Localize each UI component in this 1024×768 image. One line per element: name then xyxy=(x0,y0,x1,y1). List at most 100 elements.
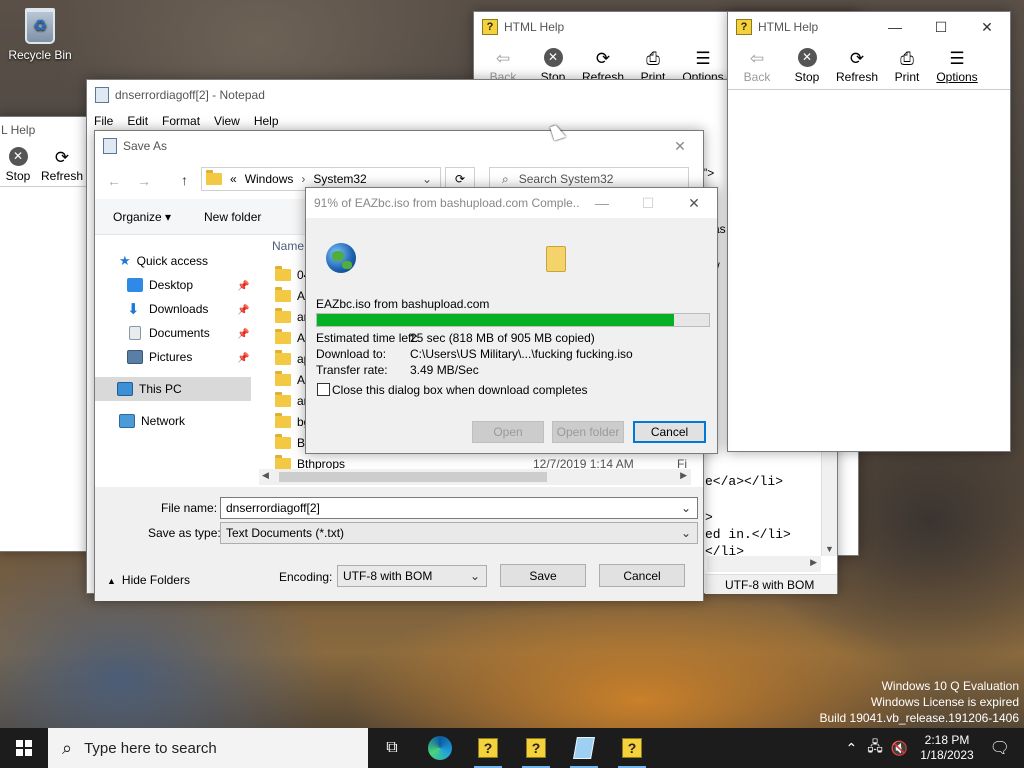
download-progress-bar xyxy=(316,313,710,327)
organize-button[interactable]: Organize ▾ xyxy=(113,210,171,224)
save-button[interactable]: Save xyxy=(500,564,586,587)
chevron-up-icon: ▲ xyxy=(107,576,116,586)
maximize-button[interactable]: ☐ xyxy=(625,188,671,218)
html-help-2-options-button[interactable]: ☰ Options xyxy=(932,42,982,89)
html-help-2-back-button[interactable]: ⇦ Back xyxy=(732,42,782,89)
new-folder-button[interactable]: New folder xyxy=(204,210,261,224)
menu-format[interactable]: Format xyxy=(155,114,207,128)
nav-downloads[interactable]: ⬇ Downloads xyxy=(127,297,208,321)
back-arrow-icon[interactable]: ← xyxy=(107,173,121,189)
html-help-2-title: HTML Help xyxy=(758,20,819,34)
notepad-menubar: File Edit Format View Help xyxy=(87,110,837,132)
start-button[interactable] xyxy=(0,728,48,768)
menu-help[interactable]: Help xyxy=(247,114,286,128)
pin-icon[interactable]: 📌 xyxy=(237,329,249,340)
pin-icon[interactable]: 📌 xyxy=(237,353,249,364)
notepad-vertical-scrollbar[interactable]: ▼ xyxy=(821,452,837,556)
stop-icon: ✕ xyxy=(8,146,28,166)
breadcrumb-windows[interactable]: Windows xyxy=(245,172,294,186)
save-as-type-select[interactable]: Text Documents (*.txt) ⌄ xyxy=(220,522,698,544)
taskbar-html-help-3[interactable]: ? xyxy=(608,728,656,768)
encoding-select[interactable]: UTF-8 with BOM ⌄ xyxy=(337,565,487,587)
download-cancel-button[interactable]: Cancel xyxy=(633,421,706,443)
up-arrow-icon[interactable]: ↑ xyxy=(181,172,188,188)
save-as-cancel-button[interactable]: Cancel xyxy=(599,564,685,587)
clock[interactable]: 2:18 PM 1/18/2023 xyxy=(920,733,973,763)
help-icon: ? xyxy=(622,738,642,758)
pin-icon[interactable]: 📌 xyxy=(237,305,249,316)
notepad-text-line: e</a></li> xyxy=(705,474,784,489)
breadcrumb-overflow[interactable]: « xyxy=(230,172,237,186)
html-help-2-stop-button[interactable]: ✕ Stop xyxy=(782,42,832,89)
minimize-button[interactable]: — xyxy=(872,12,918,42)
breadcrumb-system32[interactable]: System32 xyxy=(313,172,366,186)
pin-icon[interactable]: 📌 xyxy=(237,281,249,292)
taskbar-html-help-2[interactable]: ? xyxy=(512,728,560,768)
file-name-input[interactable]: dnserrordiagoff[2] ⌄ xyxy=(220,497,698,519)
taskbar-search-box[interactable]: ⌕ Type here to search xyxy=(48,728,368,768)
volume-muted-icon[interactable]: 🔇 xyxy=(891,740,908,757)
hide-folders-toggle[interactable]: ▲ Hide Folders xyxy=(107,573,190,587)
column-header-name[interactable]: Name xyxy=(272,239,304,253)
folder-icon xyxy=(275,412,291,428)
taskbar-notepad[interactable] xyxy=(560,728,608,768)
close-button[interactable]: ✕ xyxy=(964,12,1010,42)
task-view-button[interactable]: ⧉ xyxy=(368,728,416,768)
taskbar-edge[interactable] xyxy=(416,728,464,768)
estimated-time-label: Estimated time left: xyxy=(316,331,419,345)
task-view-icon: ⧉ xyxy=(386,739,398,756)
minimize-button[interactable]: — xyxy=(579,188,625,218)
folder-icon xyxy=(275,265,291,281)
chevron-down-icon[interactable]: ⌄ xyxy=(422,172,432,186)
nav-this-pc[interactable]: This PC xyxy=(95,377,251,401)
scrollbar-thumb[interactable] xyxy=(279,472,547,482)
save-as-title: Save As xyxy=(123,139,168,153)
taskbar-html-help-1[interactable]: ? xyxy=(464,728,512,768)
folder-icon xyxy=(275,349,291,365)
breadcrumb-separator-icon: › xyxy=(301,172,306,186)
notepad-text-line: ed in.</li> xyxy=(705,527,791,542)
open-button[interactable]: Open xyxy=(472,421,544,443)
notepad-horizontal-scrollbar[interactable]: ▶ xyxy=(707,556,821,572)
search-placeholder: Search System32 xyxy=(518,172,614,186)
menu-file[interactable]: File xyxy=(87,114,120,128)
download-arrow-icon: ⬇ xyxy=(127,301,140,318)
nav-quick-access[interactable]: ★ Quick access xyxy=(119,249,208,273)
html-help-2-titlebar: ? HTML Help — ☐ ✕ xyxy=(728,12,1010,42)
close-when-complete-checkbox[interactable] xyxy=(317,383,330,396)
download-titlebar: 91% of EAZbc.iso from bashupload.com Com… xyxy=(306,188,717,218)
forward-arrow-icon[interactable]: → xyxy=(137,173,151,189)
options-icon: ☰ xyxy=(695,48,711,68)
folder-icon xyxy=(275,286,291,302)
folder-icon xyxy=(275,328,291,344)
nav-documents[interactable]: Documents xyxy=(127,321,210,345)
save-as-close-button[interactable]: ✕ xyxy=(657,131,703,161)
html-help-left-titlebar: L Help xyxy=(0,117,89,143)
html-help-left-stop-button[interactable]: ✕ Stop xyxy=(0,143,37,186)
star-icon: ★ xyxy=(119,253,131,268)
recycle-bin-shortcut[interactable]: Recycle Bin xyxy=(4,8,76,62)
chevron-up-icon[interactable]: ⌃ xyxy=(846,740,858,757)
nav-desktop[interactable]: Desktop xyxy=(127,273,193,297)
nav-network[interactable]: Network xyxy=(119,409,185,433)
html-help-2-print-button[interactable]: ⎙ Print xyxy=(882,42,932,89)
download-to-value: C:\Users\US Military\...\fucking fucking… xyxy=(410,347,633,361)
file-name-label: File name: xyxy=(161,501,218,515)
download-close-button[interactable]: ✕ xyxy=(671,188,717,218)
menu-edit[interactable]: Edit xyxy=(120,114,155,128)
network-icon[interactable]: 🖧 xyxy=(867,736,883,760)
chevron-down-icon[interactable]: ⌄ xyxy=(681,501,691,515)
maximize-button[interactable]: ☐ xyxy=(918,12,964,42)
notifications-icon[interactable]: 🗨 xyxy=(990,738,1010,758)
html-help-left-refresh-button[interactable]: ⟳ Refresh xyxy=(37,143,87,186)
network-icon xyxy=(119,414,135,428)
file-list-horizontal-scrollbar[interactable]: ◀ ▶ xyxy=(259,469,691,485)
nav-pictures[interactable]: Pictures xyxy=(127,345,192,369)
notepad-icon xyxy=(95,87,109,103)
stop-icon: ✕ xyxy=(797,47,817,67)
back-arrow-icon: ⇦ xyxy=(749,48,765,68)
folder-icon xyxy=(206,170,222,185)
open-folder-button[interactable]: Open folder xyxy=(552,421,624,443)
html-help-2-refresh-button[interactable]: ⟳ Refresh xyxy=(832,42,882,89)
menu-view[interactable]: View xyxy=(207,114,247,128)
